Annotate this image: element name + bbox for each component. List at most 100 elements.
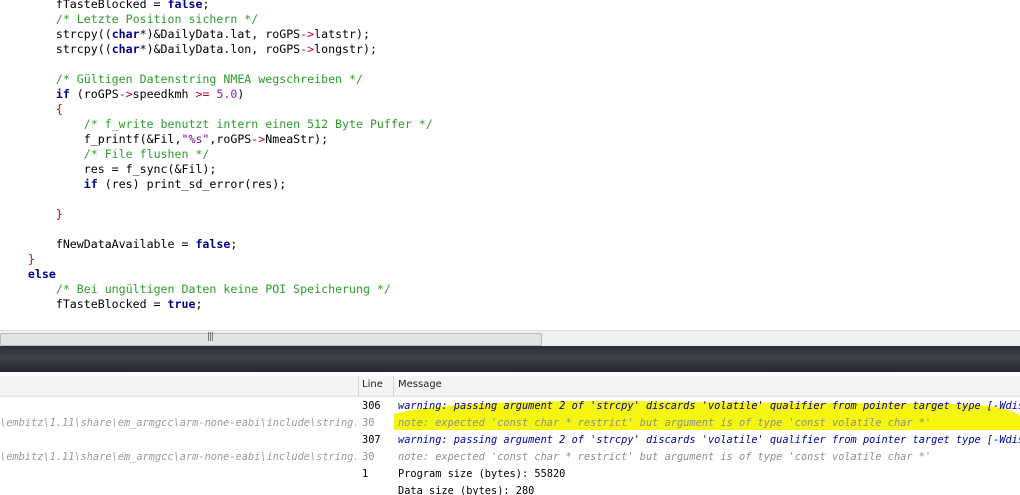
code-token: ;	[230, 237, 238, 251]
code-line[interactable]: fTasteBlocked = false;	[0, 0, 210, 12]
log-message: Program size (bytes): 55820	[398, 468, 566, 480]
code-token: true	[167, 297, 196, 311]
code-line[interactable]: {	[0, 102, 63, 117]
log-row-warning[interactable]: 307 warning: passing argument 2 of 'strcp…	[0, 432, 1020, 449]
log-line-number: 306	[362, 400, 381, 412]
code-line[interactable]: /* Bei ungültigen Daten keine POI Speich…	[0, 282, 391, 297]
code-token: }	[27, 252, 35, 266]
log-row-info[interactable]: Data size (bytes): 280	[0, 483, 1020, 495]
code-editor[interactable]: fTasteBlocked = false; /* Letzte Positio…	[0, 0, 1020, 330]
code-line[interactable]: }	[0, 207, 63, 222]
code-line[interactable]: else	[0, 267, 56, 282]
log-row-note[interactable]: \embitz\1.11\share\em_armgcc\arm-none-ea…	[0, 449, 1020, 466]
log-message: note: expected 'const char * restrict' b…	[398, 451, 932, 463]
code-token: fTasteBlocked =	[0, 297, 168, 311]
code-token: speedkmh	[132, 87, 196, 101]
code-token: /* Letzte Position sichern */	[55, 12, 259, 26]
code-token: false	[195, 237, 231, 251]
code-line[interactable]: strcpy((char*)&DailyData.lat, roGPS->lat…	[0, 27, 370, 42]
log-line-number: 30	[362, 417, 375, 429]
log-file-path: \embitz\1.11\share\em_armgcc\arm-none-ea…	[0, 451, 356, 463]
code-line[interactable]: f_printf(&Fil,"%s",roGPS->NmeaStr);	[0, 132, 328, 147]
code-token: NmeaStr);	[265, 132, 329, 146]
logs-panel-title-bar	[0, 346, 1020, 372]
code-token: "%s"	[181, 132, 210, 146]
code-token: res = f_sync(&Fil);	[0, 162, 217, 176]
code-line[interactable]: if (res) print_sd_error(res);	[0, 177, 286, 192]
log-line-number: 30	[362, 451, 375, 463]
column-header-message[interactable]: Message	[398, 379, 442, 390]
horizontal-scrollbar[interactable]: |||	[0, 330, 1020, 347]
code-line[interactable]: if (roGPS->speedkmh >= 5.0)	[0, 87, 245, 102]
code-token: 5.0	[216, 87, 238, 101]
code-token: /* Gültigen Datenstring NMEA wegschreibe…	[55, 72, 363, 86]
code-line[interactable]: /* f_write benutzt intern einen 512 Byte…	[0, 117, 433, 132]
log-message: warning: passing argument 2 of 'strcpy' …	[398, 400, 1020, 412]
code-token: if	[83, 177, 98, 191]
logs-table-header: Line Message	[0, 376, 1020, 397]
code-token: /* Bei ungültigen Daten keine POI Speich…	[55, 282, 391, 296]
code-token: ,roGPS	[209, 132, 252, 146]
code-token: ->	[300, 27, 315, 41]
log-message: Data size (bytes): 280	[398, 485, 535, 495]
code-token: ->	[251, 132, 266, 146]
log-message: warning: passing argument 2 of 'strcpy' …	[398, 434, 1020, 446]
code-token: longstr);	[314, 42, 377, 56]
code-line[interactable]: fNewDataAvailable = false;	[0, 237, 238, 252]
code-line[interactable]: /* Gültigen Datenstring NMEA wegschreibe…	[0, 72, 363, 87]
code-token: (res) print_sd_error(res);	[97, 177, 287, 191]
code-line[interactable]: /* Letzte Position sichern */	[0, 12, 258, 27]
code-token: (roGPS	[69, 87, 119, 101]
code-line[interactable]: }	[0, 252, 35, 267]
code-token: ;	[202, 0, 210, 11]
code-token: fTasteBlocked =	[0, 0, 168, 11]
code-token: char	[111, 42, 140, 56]
scrollbar-grip-icon: |||	[207, 332, 214, 342]
code-token: if	[55, 87, 70, 101]
code-token: )	[237, 87, 245, 101]
code-line[interactable]: strcpy((char*)&DailyData.lon, roGPS->lon…	[0, 42, 377, 57]
column-separator[interactable]	[393, 376, 394, 396]
column-header-line[interactable]: Line	[362, 379, 383, 390]
log-row-info[interactable]: 1 Program size (bytes): 55820	[0, 466, 1020, 483]
log-line-number: 307	[362, 434, 381, 446]
log-file-path: \embitz\1.11\share\em_armgcc\arm-none-ea…	[0, 417, 356, 429]
log-row-note[interactable]: \embitz\1.11\share\em_armgcc\arm-none-ea…	[0, 415, 1020, 432]
code-token: }	[55, 207, 63, 221]
column-separator[interactable]	[358, 376, 359, 396]
code-token: ->	[118, 87, 133, 101]
code-line[interactable]: /* File flushen */	[0, 147, 210, 162]
code-token: ->	[300, 42, 315, 56]
log-line-number: 1	[362, 468, 369, 480]
code-token: strcpy((	[0, 42, 112, 56]
code-token: fNewDataAvailable =	[0, 237, 196, 251]
code-token: latstr);	[314, 27, 370, 41]
code-token: else	[27, 267, 56, 281]
log-message: note: expected 'const char * restrict' b…	[398, 417, 932, 429]
code-token: *)&DailyData.lon, roGPS	[139, 42, 301, 56]
code-token: ;	[195, 297, 203, 311]
code-token: strcpy((	[0, 27, 112, 41]
log-row-warning[interactable]: 306 warning: passing argument 2 of 'strcp…	[0, 398, 1020, 415]
code-token: *)&DailyData.lat, roGPS	[139, 27, 301, 41]
scrollbar-thumb[interactable]: |||	[0, 332, 542, 346]
code-line[interactable]: res = f_sync(&Fil);	[0, 162, 217, 177]
code-line[interactable]: fTasteBlocked = true;	[0, 297, 203, 312]
code-token: {	[55, 102, 63, 116]
code-token: >=	[195, 87, 210, 101]
code-token: false	[167, 0, 203, 11]
code-token: /* File flushen */	[83, 147, 210, 161]
code-token: /* f_write benutzt intern einen 512 Byte…	[83, 117, 433, 131]
code-token: f_printf(&Fil,	[0, 132, 182, 146]
